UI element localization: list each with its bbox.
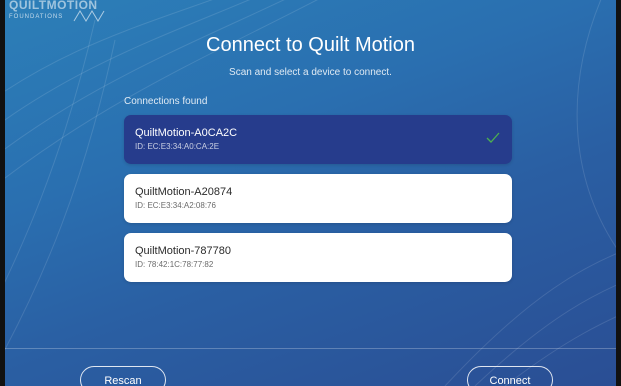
page-title: Connect to Quilt Motion <box>206 34 415 56</box>
footer-divider <box>5 348 616 349</box>
device-item-selected[interactable]: QuiltMotion-A0CA2C ID: EC:E3:34:A0:CA:2E <box>124 115 512 164</box>
device-name: QuiltMotion-787780 <box>135 245 232 257</box>
device-id: ID: EC:E3:34:A0:CA:2E <box>135 142 220 151</box>
device-name: QuiltMotion-A0CA2C <box>135 127 238 139</box>
rescan-button[interactable]: Rescan <box>80 366 166 386</box>
device-name: QuiltMotion-A20874 <box>135 186 233 198</box>
device-item[interactable]: QuiltMotion-787780 ID: 78:42:1C:78:77:82 <box>124 233 512 282</box>
check-icon <box>486 132 500 143</box>
connections-label: Connections found <box>124 96 208 107</box>
connect-screen: QUILTMOTION FOUNDATIONS Connect to Quilt… <box>5 0 616 386</box>
device-id: ID: EC:E3:34:A2:08:76 <box>135 201 216 210</box>
connect-button[interactable]: Connect <box>467 366 553 386</box>
page-subtitle: Scan and select a device to connect. <box>229 67 392 78</box>
quilt-logo-icon <box>73 10 105 22</box>
device-id: ID: 78:42:1C:78:77:82 <box>135 260 214 269</box>
device-item[interactable]: QuiltMotion-A20874 ID: EC:E3:34:A2:08:76 <box>124 174 512 223</box>
brand-sub: FOUNDATIONS <box>9 14 64 20</box>
brand-logo: QUILTMOTION FOUNDATIONS <box>9 0 119 22</box>
